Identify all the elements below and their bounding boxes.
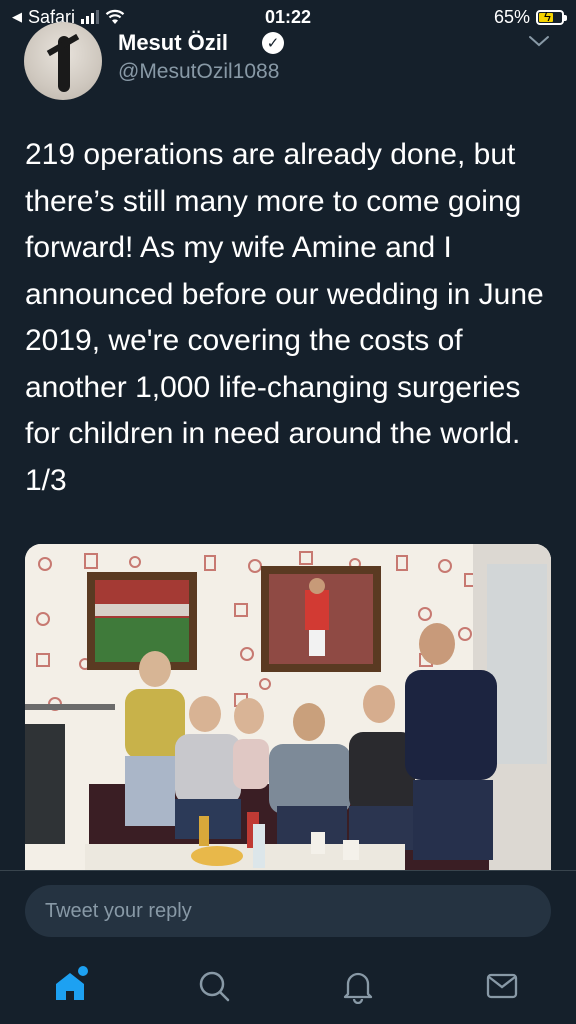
back-arrow-icon: ◀ bbox=[12, 9, 22, 24]
author-name[interactable]: Mesut Özil bbox=[118, 30, 228, 56]
verified-badge-icon: ✓ bbox=[262, 32, 284, 54]
tab-messages[interactable] bbox=[484, 968, 524, 1008]
tweet-header: Mesut Özil ✓ @MesutOzil1088 bbox=[24, 22, 554, 102]
reply-bar: Tweet your reply bbox=[0, 870, 576, 938]
tweet-text: 219 operations are already done, but the… bbox=[25, 138, 544, 497]
reply-input[interactable]: Tweet your reply bbox=[25, 885, 551, 937]
avatar[interactable] bbox=[24, 22, 102, 100]
mail-icon bbox=[486, 973, 518, 999]
bottom-tab-bar bbox=[0, 950, 576, 1024]
group-photo-image bbox=[25, 544, 551, 870]
tweet-photo[interactable] bbox=[25, 544, 551, 870]
tab-notifications[interactable] bbox=[340, 968, 380, 1008]
search-icon bbox=[199, 971, 230, 1002]
new-tweets-dot bbox=[78, 966, 88, 976]
chevron-down-icon[interactable] bbox=[528, 34, 550, 48]
tab-search[interactable] bbox=[196, 968, 236, 1008]
bell-icon bbox=[343, 972, 373, 1005]
author-handle[interactable]: @MesutOzil1088 bbox=[118, 60, 279, 84]
tab-home[interactable] bbox=[52, 966, 92, 1008]
